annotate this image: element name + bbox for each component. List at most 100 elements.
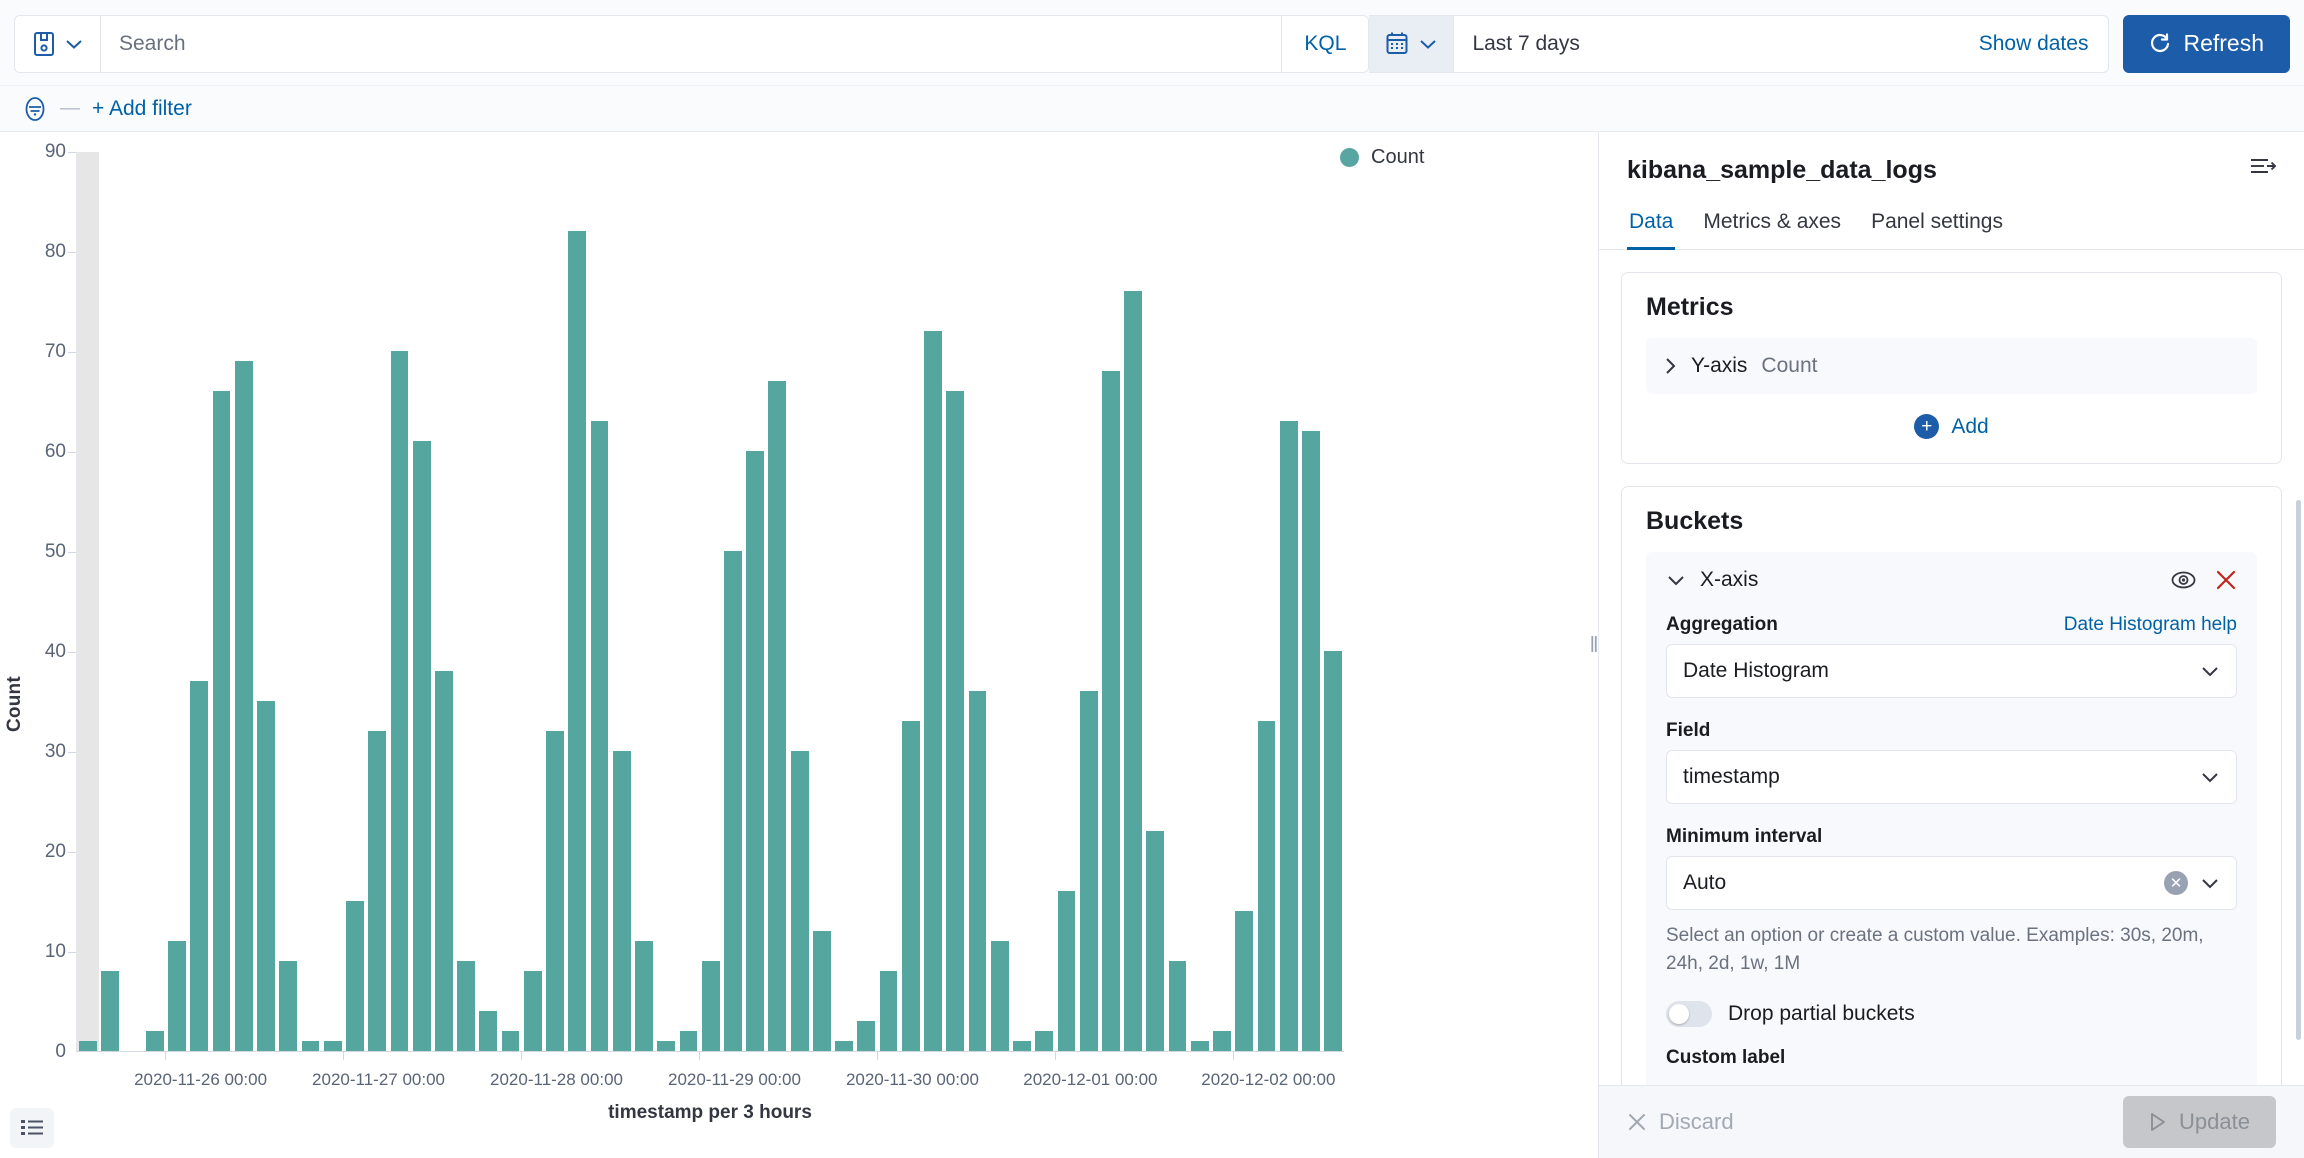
bar[interactable] xyxy=(1324,651,1342,1051)
clear-icon[interactable]: ✕ xyxy=(2164,871,2188,895)
bar-slot[interactable] xyxy=(544,152,566,1051)
list-toggle-icon[interactable] xyxy=(10,1108,54,1148)
bar-slot[interactable] xyxy=(655,152,677,1051)
bar[interactable] xyxy=(835,1041,853,1051)
bar-slot[interactable] xyxy=(522,152,544,1051)
bar[interactable] xyxy=(1102,371,1120,1051)
bar-slot[interactable] xyxy=(677,152,699,1051)
bar-slot[interactable] xyxy=(77,152,99,1051)
bar-slot[interactable] xyxy=(411,152,433,1051)
bar-slot[interactable] xyxy=(1100,152,1122,1051)
bar-slot[interactable] xyxy=(366,152,388,1051)
bar[interactable] xyxy=(657,1041,675,1051)
bar[interactable] xyxy=(524,971,542,1051)
bar-slot[interactable] xyxy=(144,152,166,1051)
bar[interactable] xyxy=(680,1031,698,1051)
bar-slot[interactable] xyxy=(1122,152,1144,1051)
bar[interactable] xyxy=(724,551,742,1051)
collapse-panel-icon[interactable] xyxy=(2250,156,2276,176)
bar[interactable] xyxy=(702,961,720,1051)
bar-slot[interactable] xyxy=(700,152,722,1051)
resize-handle-icon[interactable]: ‖ xyxy=(1588,630,1598,660)
bar-slot[interactable] xyxy=(1278,152,1300,1051)
bar-slot[interactable] xyxy=(1189,152,1211,1051)
field-select[interactable]: timestamp xyxy=(1666,750,2237,804)
bar[interactable] xyxy=(213,391,231,1051)
bar[interactable] xyxy=(1280,421,1298,1051)
minimum-interval-select[interactable]: Auto ✕ xyxy=(1666,856,2237,910)
update-button[interactable]: Update xyxy=(2123,1096,2276,1148)
bar[interactable] xyxy=(880,971,898,1051)
bar-slot[interactable] xyxy=(566,152,588,1051)
date-quick-select-button[interactable] xyxy=(1369,16,1454,72)
bar[interactable] xyxy=(257,701,275,1051)
bar-slot[interactable] xyxy=(1144,152,1166,1051)
close-x-icon[interactable] xyxy=(2215,569,2237,591)
bar[interactable] xyxy=(324,1041,342,1051)
tab-metrics-axes[interactable]: Metrics & axes xyxy=(1701,210,1843,250)
tab-panel-settings[interactable]: Panel settings xyxy=(1869,210,2005,250)
bar[interactable] xyxy=(1013,1041,1031,1051)
discard-button[interactable]: Discard xyxy=(1627,1109,1734,1135)
search-input[interactable] xyxy=(119,32,1263,56)
drop-partial-buckets-toggle[interactable] xyxy=(1666,1001,1712,1027)
bar[interactable] xyxy=(1169,961,1187,1051)
bar[interactable] xyxy=(101,971,119,1051)
bar[interactable] xyxy=(1080,691,1098,1051)
bar-slot[interactable] xyxy=(344,152,366,1051)
show-dates-button[interactable]: Show dates xyxy=(1959,16,2109,72)
bar[interactable] xyxy=(302,1041,320,1051)
bar-slot[interactable] xyxy=(1255,152,1277,1051)
bar-slot[interactable] xyxy=(766,152,788,1051)
bar-slot[interactable] xyxy=(121,152,143,1051)
bar[interactable] xyxy=(746,451,764,1051)
aggregation-select[interactable]: Date Histogram xyxy=(1666,644,2237,698)
editor-scroll-area[interactable]: Metrics Y-axis Count + Add Buckets xyxy=(1599,250,2304,1085)
bar-slot[interactable] xyxy=(744,152,766,1051)
bar[interactable] xyxy=(1124,291,1142,1051)
bar-slot[interactable] xyxy=(1166,152,1188,1051)
bar-slot[interactable] xyxy=(588,152,610,1051)
bar-slot[interactable] xyxy=(299,152,321,1051)
bar[interactable] xyxy=(279,961,297,1051)
bar-slot[interactable] xyxy=(900,152,922,1051)
bar-slot[interactable] xyxy=(877,152,899,1051)
date-range-display[interactable]: Last 7 days xyxy=(1454,16,1958,72)
bar[interactable] xyxy=(568,231,586,1051)
tab-data[interactable]: Data xyxy=(1627,210,1675,250)
bar-slot[interactable] xyxy=(455,152,477,1051)
bar-slot[interactable] xyxy=(166,152,188,1051)
bar[interactable] xyxy=(857,1021,875,1051)
bar-slot[interactable] xyxy=(388,152,410,1051)
bar-slot[interactable] xyxy=(966,152,988,1051)
bar-slot[interactable] xyxy=(277,152,299,1051)
bar-slot[interactable] xyxy=(1055,152,1077,1051)
bucket-x-axis-header-left[interactable]: X-axis xyxy=(1666,568,1758,592)
bar[interactable] xyxy=(768,381,786,1051)
date-histogram-help-link[interactable]: Date Histogram help xyxy=(2064,614,2237,636)
bar-slot[interactable] xyxy=(255,152,277,1051)
saved-query-button[interactable] xyxy=(15,16,101,72)
bar[interactable] xyxy=(813,931,831,1051)
bar[interactable] xyxy=(1146,831,1164,1051)
bar[interactable] xyxy=(435,671,453,1051)
bar[interactable] xyxy=(502,1031,520,1051)
sidebar-scrollbar[interactable] xyxy=(2296,500,2301,1040)
bar-slot[interactable] xyxy=(944,152,966,1051)
refresh-button[interactable]: Refresh xyxy=(2123,15,2290,73)
filter-icon[interactable] xyxy=(22,96,48,122)
bar-slot[interactable] xyxy=(811,152,833,1051)
bar[interactable] xyxy=(368,731,386,1051)
bar[interactable] xyxy=(479,1011,497,1051)
bar-slot[interactable] xyxy=(499,152,521,1051)
bar-slot[interactable] xyxy=(433,152,455,1051)
bar[interactable] xyxy=(791,751,809,1051)
bar-slot[interactable] xyxy=(789,152,811,1051)
bar-slot[interactable] xyxy=(477,152,499,1051)
bar[interactable] xyxy=(346,901,364,1051)
bar[interactable] xyxy=(1058,891,1076,1051)
bar[interactable] xyxy=(1302,431,1320,1051)
bar[interactable] xyxy=(190,681,208,1051)
eye-icon[interactable] xyxy=(2170,570,2197,590)
add-metric-button[interactable]: + Add xyxy=(1646,414,2257,439)
